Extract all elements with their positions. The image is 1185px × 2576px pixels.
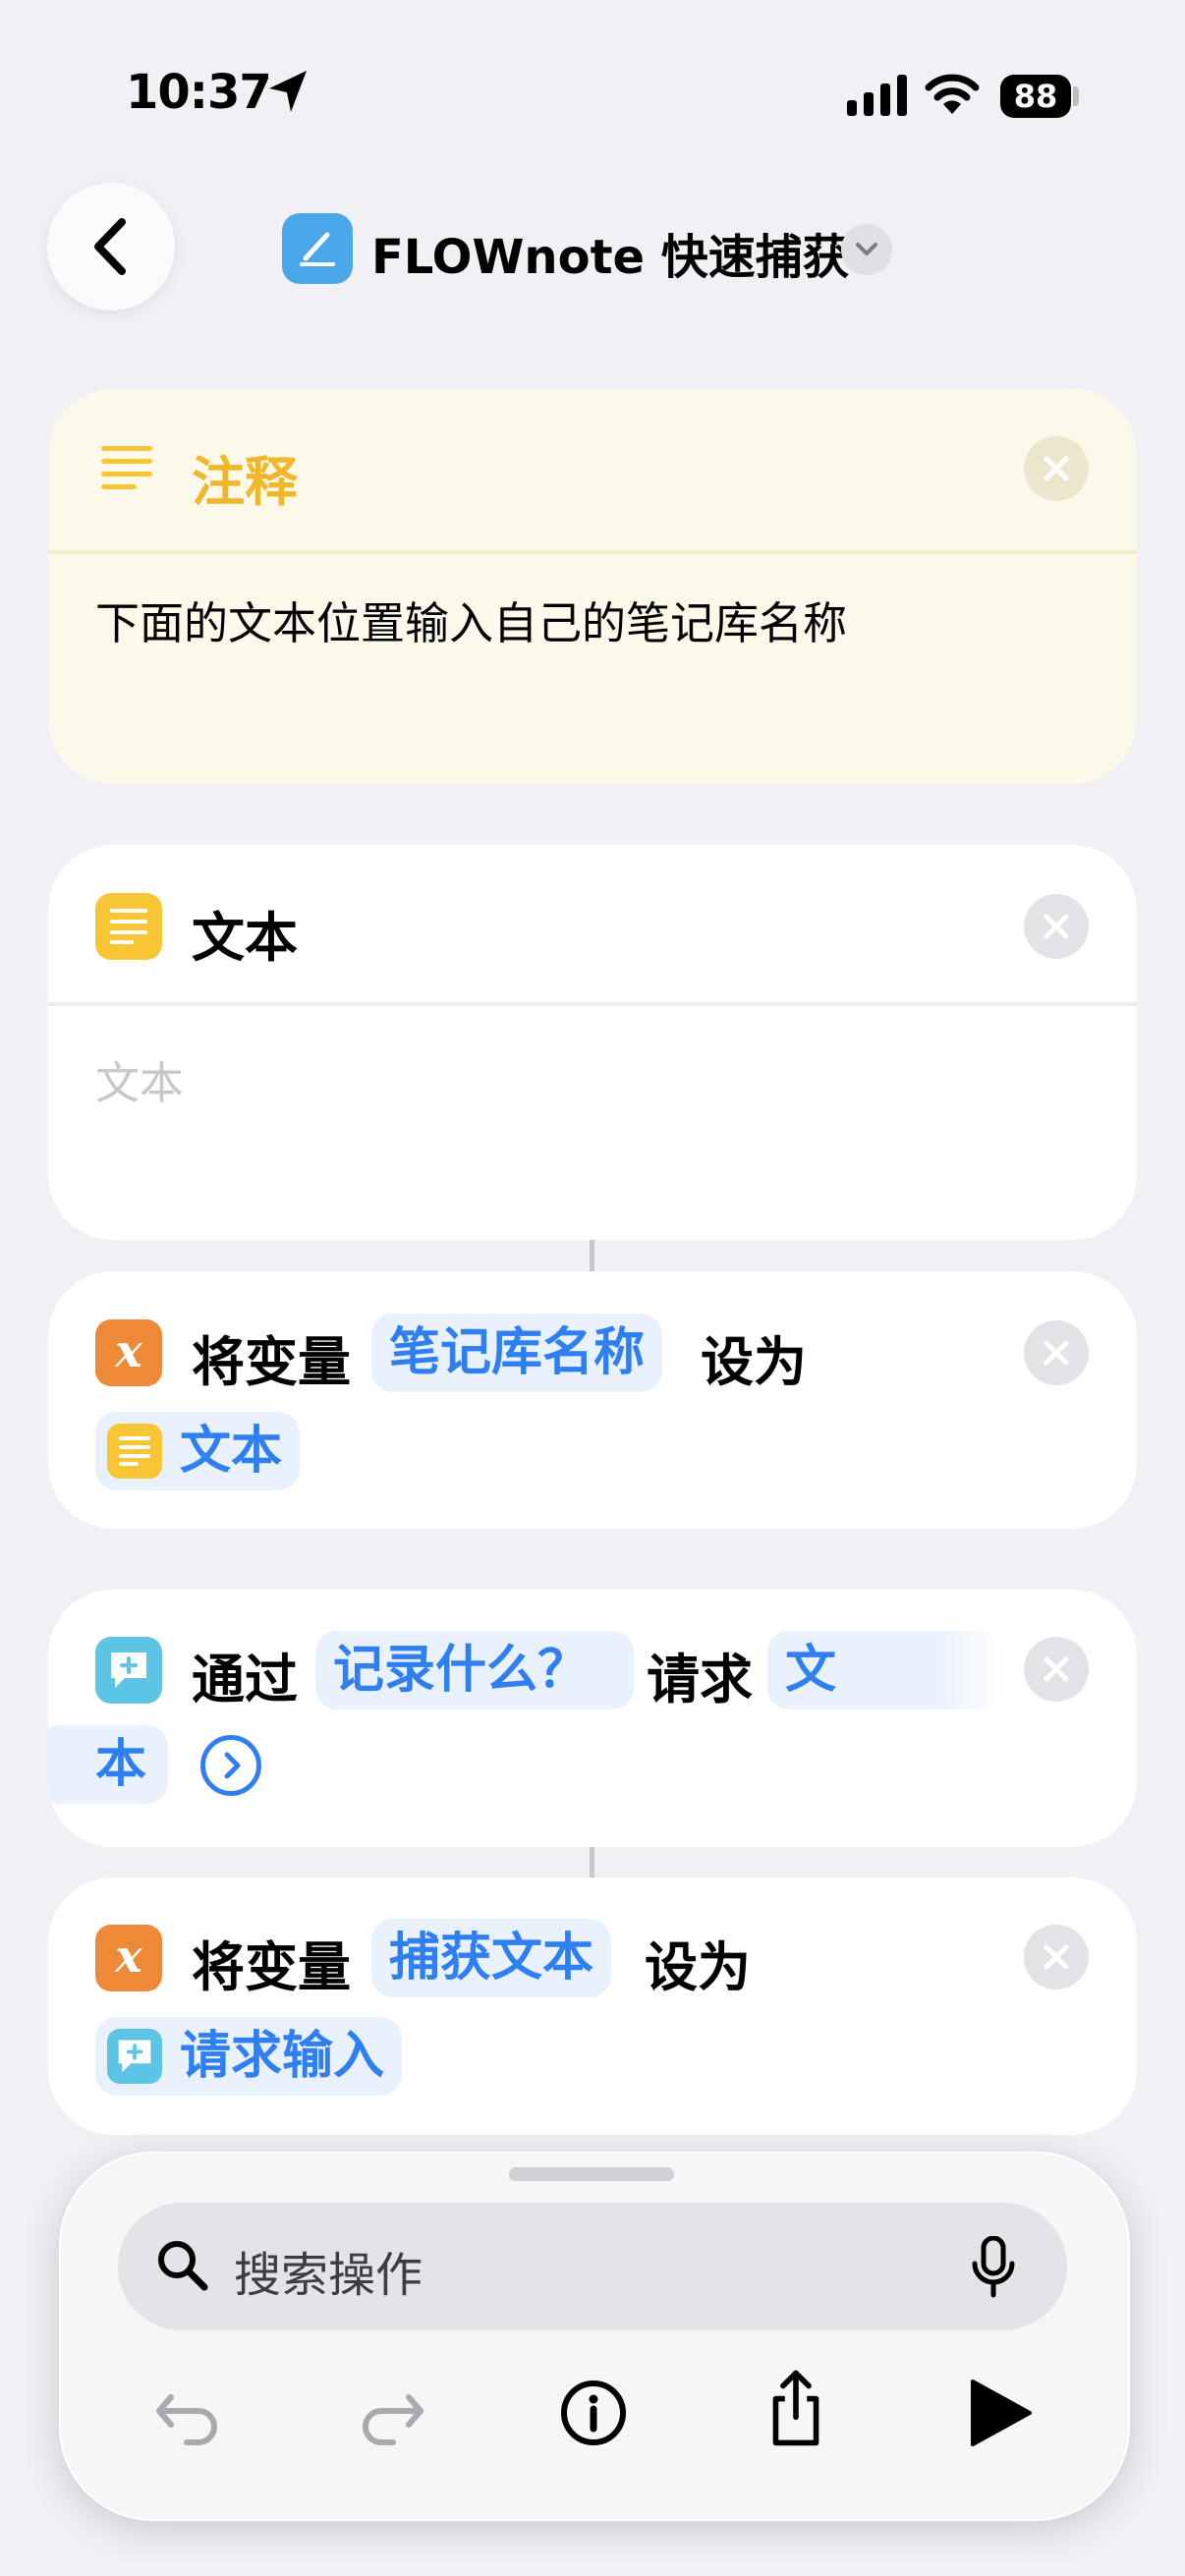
remove-set-variable-2-button[interactable] (1024, 1925, 1089, 1989)
variable-value-label: 请求输入 (180, 2027, 385, 2086)
search-placeholder: 搜索操作 (234, 2248, 423, 2303)
variable-x-icon: x (115, 1324, 142, 1377)
wifi-icon (925, 74, 980, 114)
variable-name-token[interactable]: 捕获文本 (371, 1919, 612, 1997)
ask-for-input-card[interactable]: 通过 记录什么？ 请求 文 本 (48, 1590, 1137, 1847)
variable-action-icon: x (95, 1319, 162, 1386)
chevron-right-icon (224, 1752, 241, 1779)
set-variable-middle: 设为 (645, 1936, 751, 1998)
variable-value-token[interactable]: 请求输入 (95, 2017, 403, 2096)
text-action-card[interactable]: 文本 文本 (48, 845, 1137, 1240)
battery-indicator: 88 (1000, 75, 1071, 118)
set-variable-middle: 设为 (701, 1331, 807, 1393)
back-button[interactable] (47, 183, 175, 310)
shortcut-app-icon[interactable] (282, 213, 353, 284)
play-icon[interactable] (957, 2372, 1040, 2454)
speech-bubble-plus-icon (118, 2040, 151, 2073)
expand-options-button[interactable] (200, 1735, 261, 1796)
ask-prompt-token[interactable]: 记录什么？ (315, 1631, 634, 1709)
text-header-label: 文本 (192, 907, 298, 969)
variable-value-label: 文本 (180, 1422, 283, 1481)
comment-action-card[interactable]: 注释 下面的文本位置输入自己的笔记库名称 (48, 389, 1137, 784)
comment-divider (48, 550, 1137, 554)
text-lines-icon (110, 909, 147, 944)
variable-name-token[interactable]: 笔记库名称 (371, 1314, 663, 1392)
close-icon (1044, 1656, 1069, 1682)
set-variable-prefix: 将变量 (192, 1936, 351, 1998)
variable-value-token[interactable]: 文本 (95, 1412, 301, 1490)
share-icon[interactable] (755, 2366, 837, 2448)
remove-ask-button[interactable] (1024, 1637, 1089, 1702)
close-icon (1044, 456, 1069, 481)
info-icon[interactable] (552, 2372, 635, 2454)
sheet-grabber[interactable] (509, 2167, 674, 2181)
undo-icon[interactable] (147, 2372, 230, 2454)
input-type-token[interactable]: 文 (767, 1631, 1003, 1709)
text-lines-icon (119, 1436, 150, 1466)
text-divider (48, 1002, 1137, 1006)
close-icon (1044, 914, 1069, 939)
input-type-token-wrap[interactable]: 本 (48, 1725, 168, 1804)
search-icon (158, 2241, 208, 2291)
redo-icon[interactable] (350, 2372, 432, 2454)
ask-token-icon (107, 2029, 162, 2084)
flow-connector (590, 1240, 594, 1271)
set-variable-card-1[interactable]: x 将变量 笔记库名称 设为 文本 (48, 1271, 1137, 1529)
ask-middle: 请求 (647, 1649, 753, 1710)
shortcut-title[interactable]: FLOWnote 快速捕获 (371, 218, 850, 287)
text-action-icon (95, 893, 162, 960)
title-menu-button[interactable] (841, 224, 892, 275)
variable-x-icon: x (115, 1930, 142, 1983)
flow-connector (590, 1847, 594, 1877)
chevron-left-icon (94, 218, 126, 275)
pen-icon (300, 232, 335, 266)
location-arrow-icon (269, 71, 307, 112)
text-token-icon (107, 1424, 162, 1479)
cellular-signal-icon (847, 75, 907, 116)
close-icon (1044, 1944, 1069, 1970)
speech-bubble-plus-icon (111, 1652, 146, 1688)
status-time: 10:37 (126, 65, 272, 120)
set-variable-card-2[interactable]: x 将变量 捕获文本 设为 请求输入 (48, 1877, 1137, 2135)
set-variable-prefix: 将变量 (192, 1331, 351, 1393)
comment-lines-icon (101, 446, 152, 489)
microphone-icon[interactable] (969, 2236, 1018, 2299)
close-icon (1044, 1340, 1069, 1366)
comment-body-text[interactable]: 下面的文本位置输入自己的笔记库名称 (95, 588, 847, 651)
ask-prefix: 通过 (192, 1649, 298, 1710)
remove-set-variable-1-button[interactable] (1024, 1320, 1089, 1385)
battery-tip (1073, 86, 1079, 106)
ask-action-icon (95, 1637, 162, 1704)
remove-comment-button[interactable] (1024, 436, 1089, 501)
text-input-field[interactable]: 文本 (95, 1047, 184, 1111)
comment-header-label: 注释 (192, 451, 298, 513)
variable-action-icon: x (95, 1925, 162, 1991)
remove-text-button[interactable] (1024, 894, 1089, 959)
chevron-down-icon (856, 243, 877, 255)
